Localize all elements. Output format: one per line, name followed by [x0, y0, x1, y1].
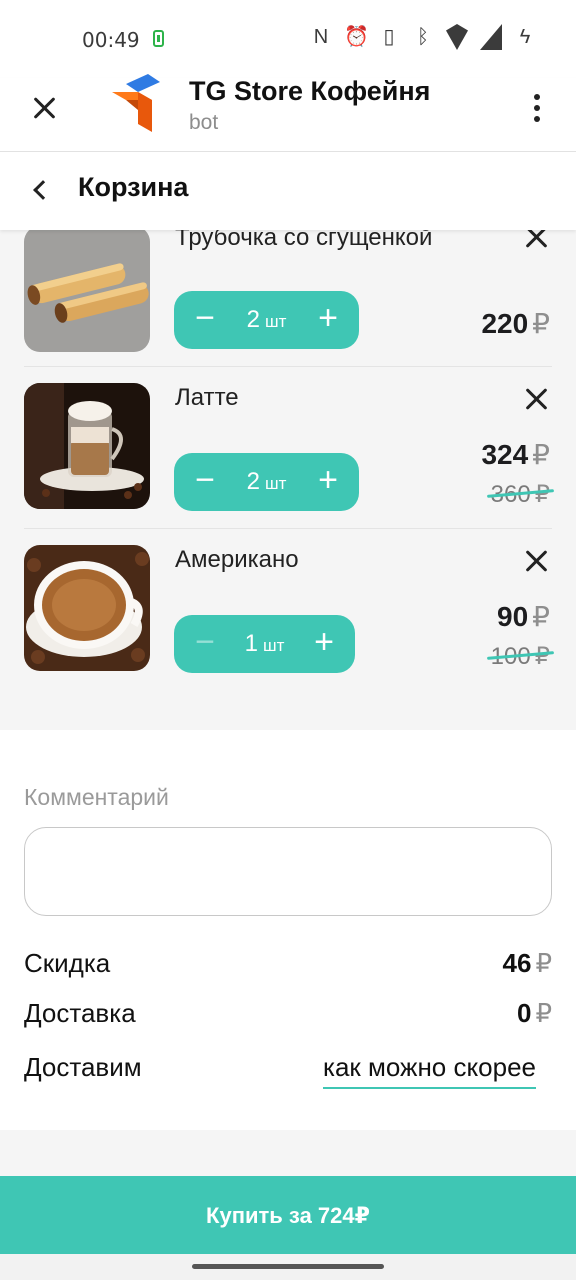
- charging-icon: [153, 30, 164, 47]
- quantity-stepper: − 2 шт +: [174, 291, 359, 349]
- cart-item: Трубочка со сгущенкой − 2 шт + 220 ₽: [0, 230, 576, 376]
- status-icons: N ⏰ ▯ ᛒ ϟ: [310, 24, 536, 50]
- delivery-cost-row: Доставка 0 ₽: [24, 998, 552, 1034]
- delivery-time-link[interactable]: как можно скорее: [323, 1052, 536, 1089]
- delivery-label: Доставка: [24, 998, 136, 1028]
- remove-item-button[interactable]: [524, 230, 550, 250]
- cart-item: Латте − 2шт + 324₽ 360₽: [0, 376, 576, 538]
- product-image: [24, 545, 150, 671]
- quantity-value: 2 шт: [246, 468, 287, 495]
- order-summary: Комментарий Скидка 46 ₽ Доставка 0 ₽ Доста…: [0, 730, 576, 1130]
- system-nav-bar: [0, 1254, 576, 1280]
- quantity-stepper: − 1 шт +: [174, 615, 355, 673]
- item-old-price: 360₽: [486, 480, 555, 509]
- bot-subtitle: bot: [189, 111, 219, 134]
- delivery-time-row: Доставим как можно скорее: [24, 1052, 552, 1089]
- bluetooth-icon: ᛒ: [417, 26, 429, 48]
- cart-item: Американо − 1шт + 90₽ 100₽: [0, 538, 576, 700]
- item-price: 220 ₽: [481, 308, 550, 339]
- item-price: 324 ₽: [481, 439, 550, 470]
- remove-item-button[interactable]: [524, 386, 550, 412]
- discount-row: Скидка 46 ₽: [24, 948, 552, 984]
- cart-list: Трубочка со сгущенкой − 2 шт + 220 ₽ Лат…: [0, 230, 576, 730]
- battery-icon: ϟ: [519, 26, 531, 48]
- buy-button[interactable]: Купить за 724₽: [0, 1176, 576, 1254]
- discount-label: Скидка: [24, 948, 111, 978]
- product-name: Латте: [175, 384, 239, 411]
- close-button[interactable]: [26, 90, 62, 126]
- increase-button[interactable]: +: [313, 453, 343, 511]
- item-divider: [24, 366, 552, 367]
- alarm-icon: ⏰: [344, 26, 369, 48]
- spacer: [0, 1130, 576, 1176]
- back-button[interactable]: [28, 174, 52, 204]
- product-image: [24, 230, 150, 352]
- quantity-value: 1 шт: [244, 630, 285, 657]
- page-title: Корзина: [78, 172, 189, 202]
- status-time: 00:49: [82, 28, 140, 52]
- increase-button[interactable]: +: [313, 291, 343, 349]
- increase-button[interactable]: +: [309, 615, 339, 673]
- signal-icon: [480, 24, 502, 50]
- decrease-button[interactable]: −: [190, 615, 220, 673]
- item-divider: [24, 528, 552, 529]
- telegram-header: TG Store Кофейня bot: [0, 74, 576, 152]
- quantity-stepper: − 2 шт +: [174, 453, 359, 511]
- wifi-icon: [446, 24, 468, 50]
- item-price: 90 ₽: [497, 601, 550, 632]
- delivery-value: 0 ₽: [516, 998, 552, 1028]
- remove-item-button[interactable]: [524, 548, 550, 574]
- bot-title: TG Store Кофейня: [189, 76, 431, 106]
- comment-label: Комментарий: [24, 784, 169, 810]
- status-bar: 00:49 N ⏰ ▯ ᛒ ϟ: [0, 0, 576, 78]
- nfc-icon: N: [313, 26, 329, 48]
- decrease-button[interactable]: −: [190, 291, 220, 349]
- comment-field[interactable]: [24, 827, 552, 916]
- discount-value: 46 ₽: [502, 948, 552, 978]
- bot-logo-icon: [112, 74, 160, 132]
- product-name: Трубочка со сгущенкой: [175, 230, 433, 251]
- product-name: Американо: [175, 546, 299, 573]
- home-handle[interactable]: [192, 1264, 384, 1269]
- quantity-value: 2 шт: [246, 306, 287, 333]
- delivery-time-label: Доставим: [24, 1052, 142, 1082]
- vibrate-icon: ▯: [383, 26, 395, 48]
- page-header: Корзина: [0, 152, 576, 230]
- item-old-price: 100₽: [486, 642, 555, 671]
- decrease-button[interactable]: −: [190, 453, 220, 511]
- product-image: [24, 383, 150, 509]
- more-menu-button[interactable]: [528, 90, 548, 126]
